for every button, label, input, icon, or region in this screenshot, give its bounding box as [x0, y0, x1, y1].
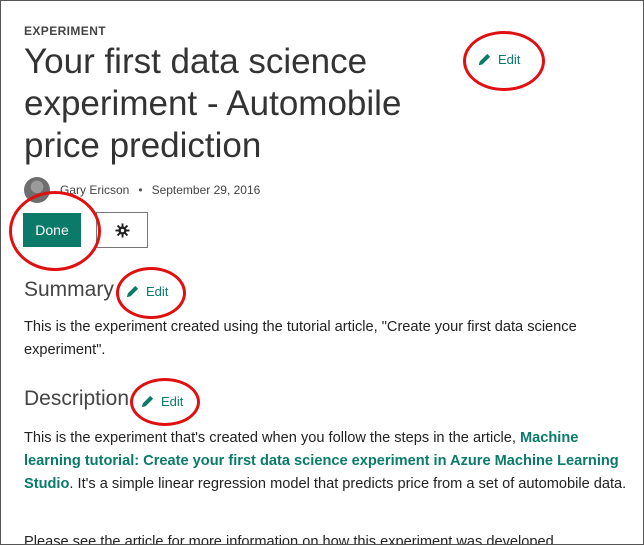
author-meta: Gary Ericson • September 29, 2016 — [24, 177, 260, 203]
page-kicker: EXPERIMENT — [24, 24, 107, 38]
page-title: Your first data science experiment - Aut… — [24, 42, 402, 165]
meta-separator: • — [138, 183, 143, 197]
title-edit-label: Edit — [498, 52, 521, 67]
description-heading: Description — [24, 387, 130, 410]
summary-text: This is the experiment created using the… — [24, 319, 577, 358]
author-name[interactable]: Gary Ericson — [60, 183, 129, 197]
description-edit-label: Edit — [161, 394, 184, 409]
settings-button[interactable] — [96, 212, 148, 248]
summary-edit-link[interactable]: Edit — [125, 284, 168, 299]
summary-heading: Summary — [24, 278, 114, 301]
pencil-icon — [126, 285, 139, 298]
done-button[interactable]: Done — [23, 213, 81, 247]
pencil-icon — [478, 53, 491, 66]
pencil-icon — [141, 395, 154, 408]
description-text-after: . It's a simple linear regression model … — [69, 476, 627, 492]
summary-edit-label: Edit — [146, 284, 169, 299]
avatar — [24, 177, 50, 203]
publish-date: September 29, 2016 — [151, 183, 261, 197]
description-next-paragraph: Please see the article for more informat… — [24, 534, 558, 545]
experiment-details-panel: EXPERIMENT Your first data science exper… — [0, 0, 644, 545]
title-edit-link[interactable]: Edit — [477, 52, 520, 67]
gear-icon — [114, 222, 130, 238]
description-text-before: This is the experiment that's created wh… — [24, 430, 520, 446]
description-edit-link[interactable]: Edit — [140, 394, 183, 409]
description-text: This is the experiment that's created wh… — [24, 427, 632, 496]
